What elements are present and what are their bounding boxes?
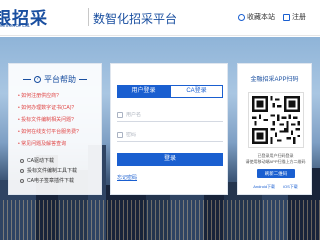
login-tabs: 用户登录 CA登录	[117, 85, 223, 98]
qr-instructions: 已登录用户扫码登录 请使用移动端APP扫描上方二维码	[241, 153, 310, 165]
heading-rule	[79, 79, 87, 80]
login-button[interactable]: 登录	[117, 153, 223, 166]
site-title: 数智化招采平台	[93, 12, 178, 26]
qr-note-line: 请使用移动端APP扫描上方二维码	[245, 159, 306, 164]
faq-item[interactable]: 如何注册供应商?	[18, 92, 101, 99]
download-label: CA驱动下载	[27, 158, 54, 164]
forgot-password-link[interactable]: 忘记密码	[117, 174, 137, 181]
site-logo[interactable]: 银招采 ommerce Ltd.	[0, 4, 86, 30]
android-download-link[interactable]: Android下载	[253, 184, 275, 190]
question-icon: ?	[34, 76, 41, 83]
download-item[interactable]: CA驱动下载	[20, 157, 101, 164]
help-title: 平台帮助	[44, 75, 76, 84]
download-label: CA电子签章插件下载	[27, 178, 74, 184]
refresh-qr-button[interactable]: 刷新二维码	[257, 169, 295, 178]
header-divider	[88, 8, 89, 26]
download-icon	[20, 178, 24, 183]
ios-download-link[interactable]: iOS下载	[283, 184, 298, 190]
faq-item[interactable]: 如何办理数字证书(CA)?	[18, 104, 101, 111]
qr-code-image	[252, 96, 300, 144]
download-item[interactable]: 投标文件编制工具下载	[20, 167, 101, 174]
download-icon	[20, 158, 24, 163]
top-header: 银招采 ommerce Ltd. 数智化招采平台 收藏本站 注册	[0, 0, 320, 36]
download-icon	[20, 168, 24, 173]
download-item[interactable]: CA电子签章插件下载	[20, 177, 101, 184]
platform-help-panel: ? 平台帮助 如何注册供应商? 如何办理数字证书(CA)? 投标文件编制相关问题…	[8, 63, 102, 195]
username-field	[117, 108, 223, 122]
faq-item[interactable]: 投标文件编制相关问题?	[18, 116, 101, 123]
register-icon	[283, 13, 290, 21]
qr-code	[248, 92, 304, 148]
qr-title: 金融招采APP扫码	[250, 77, 299, 83]
heading-rule	[23, 79, 31, 80]
city-lights	[0, 200, 320, 240]
faq-list: 如何注册供应商? 如何办理数字证书(CA)? 投标文件编制相关问题? 如何在线支…	[18, 92, 101, 147]
login-panel: 用户登录 CA登录 登录 忘记密码	[110, 63, 228, 195]
logo-subtext: ommerce Ltd.	[0, 23, 31, 29]
password-input[interactable]	[126, 131, 206, 138]
download-list: CA驱动下载 投标文件编制工具下载 CA电子签章插件下载	[20, 157, 101, 184]
username-input[interactable]	[126, 111, 206, 118]
faq-item[interactable]: 如何在线支付平台服务费?	[18, 128, 101, 135]
app-qr-panel: 金融招采APP扫码 已登录用户扫码登录 请使用移动端APP扫描上方二维码 刷新二…	[237, 63, 312, 195]
help-heading: ? 平台帮助	[9, 74, 101, 85]
download-label: 投标文件编制工具下载	[27, 168, 78, 174]
register-link[interactable]: 注册	[283, 12, 306, 22]
favorites-label: 收藏本站	[247, 14, 275, 21]
star-icon	[238, 13, 245, 21]
register-label: 注册	[292, 14, 306, 21]
password-field	[117, 128, 223, 142]
app-download-links: Android下载 iOS下载	[238, 184, 313, 190]
user-icon	[117, 111, 123, 118]
lock-icon	[117, 131, 123, 138]
tab-user-login[interactable]: 用户登录	[117, 85, 170, 98]
favorites-link[interactable]: 收藏本站	[238, 12, 275, 22]
tab-ca-login[interactable]: CA登录	[170, 85, 223, 98]
faq-item[interactable]: 常见问题及解答查询	[18, 140, 101, 147]
